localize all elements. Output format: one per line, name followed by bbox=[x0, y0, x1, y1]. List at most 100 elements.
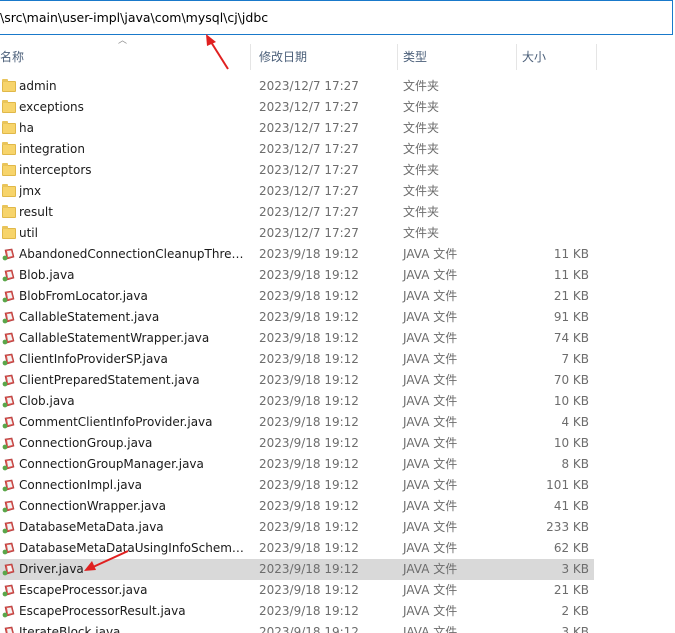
file-row[interactable]: ha 2023/12/7 17:27 文件夹 bbox=[0, 118, 675, 139]
file-date: 2023/9/18 19:12 bbox=[259, 541, 359, 555]
file-size: 70 KB bbox=[553, 373, 589, 387]
file-row[interactable]: AbandonedConnectionCleanupThrea... 2023/9… bbox=[0, 244, 675, 265]
file-row[interactable]: interceptors 2023/12/7 17:27 文件夹 bbox=[0, 160, 675, 181]
folder-icon bbox=[2, 184, 16, 197]
file-date: 2023/12/7 17:27 bbox=[259, 100, 359, 114]
java-file-icon bbox=[2, 395, 15, 408]
file-row[interactable]: exceptions 2023/12/7 17:27 文件夹 bbox=[0, 97, 675, 118]
file-date: 2023/12/7 17:27 bbox=[259, 205, 359, 219]
java-file-icon bbox=[2, 584, 15, 597]
column-header-date[interactable]: 修改日期 bbox=[259, 44, 399, 70]
file-row[interactable]: ConnectionImpl.java 2023/9/18 19:12 JAVA 文… bbox=[0, 475, 675, 496]
file-name: DatabaseMetaDataUsingInfoSchema.... bbox=[19, 541, 245, 555]
java-file-icon bbox=[2, 290, 15, 303]
java-file-icon bbox=[2, 479, 15, 492]
file-name: EscapeProcessorResult.java bbox=[19, 604, 186, 618]
file-name: CommentClientInfoProvider.java bbox=[19, 415, 213, 429]
file-type: JAVA 文件 bbox=[403, 478, 458, 492]
file-row[interactable]: util 2023/12/7 17:27 文件夹 bbox=[0, 223, 675, 244]
file-date: 2023/9/18 19:12 bbox=[259, 373, 359, 387]
file-type: JAVA 文件 bbox=[403, 352, 458, 366]
file-row[interactable]: ClientPreparedStatement.java 2023/9/18 19… bbox=[0, 370, 675, 391]
java-file-icon bbox=[2, 563, 15, 576]
file-name: ConnectionImpl.java bbox=[19, 478, 143, 492]
file-date: 2023/9/18 19:12 bbox=[259, 604, 359, 618]
file-type: JAVA 文件 bbox=[403, 268, 458, 282]
file-name: result bbox=[19, 205, 53, 219]
file-row[interactable]: Clob.java 2023/9/18 19:12 JAVA 文件 10 KB bbox=[0, 391, 675, 412]
file-row[interactable]: Driver.java 2023/9/18 19:12 JAVA 文件 3 KB bbox=[0, 559, 594, 580]
file-size: 233 KB bbox=[546, 520, 589, 534]
column-divider[interactable] bbox=[250, 44, 251, 70]
file-size: 7 KB bbox=[561, 352, 589, 366]
file-type: JAVA 文件 bbox=[403, 562, 458, 576]
file-name: jmx bbox=[19, 184, 42, 198]
file-row[interactable]: ConnectionGroupManager.java 2023/9/18 19:… bbox=[0, 454, 675, 475]
file-row[interactable]: ConnectionGroup.java 2023/9/18 19:12 JAVA … bbox=[0, 433, 675, 454]
address-path[interactable]: \src\main\user-impl\java\com\mysql\cj\jd… bbox=[0, 10, 268, 25]
file-name: exceptions bbox=[19, 100, 84, 114]
folder-icon bbox=[2, 142, 16, 155]
file-type: JAVA 文件 bbox=[403, 415, 458, 429]
file-row[interactable]: CallableStatementWrapper.java 2023/9/18 1… bbox=[0, 328, 675, 349]
file-date: 2023/9/18 19:12 bbox=[259, 562, 359, 576]
file-row[interactable]: DatabaseMetaData.java 2023/9/18 19:12 JAVA… bbox=[0, 517, 675, 538]
file-row[interactable]: result 2023/12/7 17:27 文件夹 bbox=[0, 202, 675, 223]
file-row[interactable]: jmx 2023/12/7 17:27 文件夹 bbox=[0, 181, 675, 202]
file-row[interactable]: ClientInfoProviderSP.java 2023/9/18 19:12… bbox=[0, 349, 675, 370]
file-row[interactable]: integration 2023/12/7 17:27 文件夹 bbox=[0, 139, 675, 160]
file-type: 文件夹 bbox=[403, 100, 440, 114]
file-size: 41 KB bbox=[553, 499, 589, 513]
java-file-icon bbox=[2, 437, 15, 450]
file-date: 2023/9/18 19:12 bbox=[259, 499, 359, 513]
file-row[interactable]: EscapeProcessor.java 2023/9/18 19:12 JAVA … bbox=[0, 580, 675, 601]
file-name: ConnectionGroupManager.java bbox=[19, 457, 204, 471]
file-name: ConnectionWrapper.java bbox=[19, 499, 166, 513]
file-name: Clob.java bbox=[19, 394, 75, 408]
file-type: 文件夹 bbox=[403, 121, 440, 135]
file-row[interactable]: Blob.java 2023/9/18 19:12 JAVA 文件 11 KB bbox=[0, 265, 675, 286]
file-row[interactable]: IterateBlock.java 2023/9/18 19:12 JAVA 文件 3… bbox=[0, 622, 675, 633]
file-name: admin bbox=[19, 79, 57, 93]
file-date: 2023/12/7 17:27 bbox=[259, 79, 359, 93]
file-row[interactable]: admin 2023/12/7 17:27 文件夹 bbox=[0, 76, 675, 97]
file-name: integration bbox=[19, 142, 85, 156]
java-file-icon bbox=[2, 269, 15, 282]
file-date: 2023/12/7 17:27 bbox=[259, 184, 359, 198]
file-row[interactable]: CommentClientInfoProvider.java 2023/9/18 … bbox=[0, 412, 675, 433]
file-size: 4 KB bbox=[561, 415, 589, 429]
file-date: 2023/9/18 19:12 bbox=[259, 457, 359, 471]
file-type: 文件夹 bbox=[403, 163, 440, 177]
file-date: 2023/9/18 19:12 bbox=[259, 394, 359, 408]
file-row[interactable]: ConnectionWrapper.java 2023/9/18 19:12 JAV… bbox=[0, 496, 675, 517]
file-name: CallableStatement.java bbox=[19, 310, 160, 324]
column-divider[interactable] bbox=[397, 44, 398, 70]
file-size: 62 KB bbox=[553, 541, 589, 555]
file-date: 2023/9/18 19:12 bbox=[259, 268, 359, 282]
java-file-icon bbox=[2, 521, 15, 534]
file-type: JAVA 文件 bbox=[403, 331, 458, 345]
file-type: 文件夹 bbox=[403, 142, 440, 156]
address-bar[interactable]: \src\main\user-impl\java\com\mysql\cj\jd… bbox=[0, 0, 673, 35]
file-row[interactable]: EscapeProcessorResult.java 2023/9/18 19:1… bbox=[0, 601, 675, 622]
file-row[interactable]: BlobFromLocator.java 2023/9/18 19:12 JAVA … bbox=[0, 286, 675, 307]
file-row[interactable]: DatabaseMetaDataUsingInfoSchema.... 2023/… bbox=[0, 538, 675, 559]
column-header-size[interactable]: 大小 bbox=[522, 44, 594, 70]
java-file-icon bbox=[2, 458, 15, 471]
file-row[interactable]: CallableStatement.java 2023/9/18 19:12 JAV… bbox=[0, 307, 675, 328]
file-type: 文件夹 bbox=[403, 184, 440, 198]
file-name: ha bbox=[19, 121, 34, 135]
java-file-icon bbox=[2, 332, 15, 345]
file-type: JAVA 文件 bbox=[403, 247, 458, 261]
file-size: 3 KB bbox=[561, 625, 589, 633]
column-divider[interactable] bbox=[596, 44, 597, 70]
file-type: JAVA 文件 bbox=[403, 583, 458, 597]
file-size: 10 KB bbox=[553, 394, 589, 408]
column-divider[interactable] bbox=[516, 44, 517, 70]
column-header-name[interactable]: 名称 bbox=[0, 44, 250, 70]
file-size: 91 KB bbox=[553, 310, 589, 324]
file-list: admin 2023/12/7 17:27 文件夹 exceptions 2023/12… bbox=[0, 76, 675, 633]
file-size: 11 KB bbox=[553, 268, 589, 282]
java-file-icon bbox=[2, 500, 15, 513]
column-header-type[interactable]: 类型 bbox=[403, 44, 515, 70]
